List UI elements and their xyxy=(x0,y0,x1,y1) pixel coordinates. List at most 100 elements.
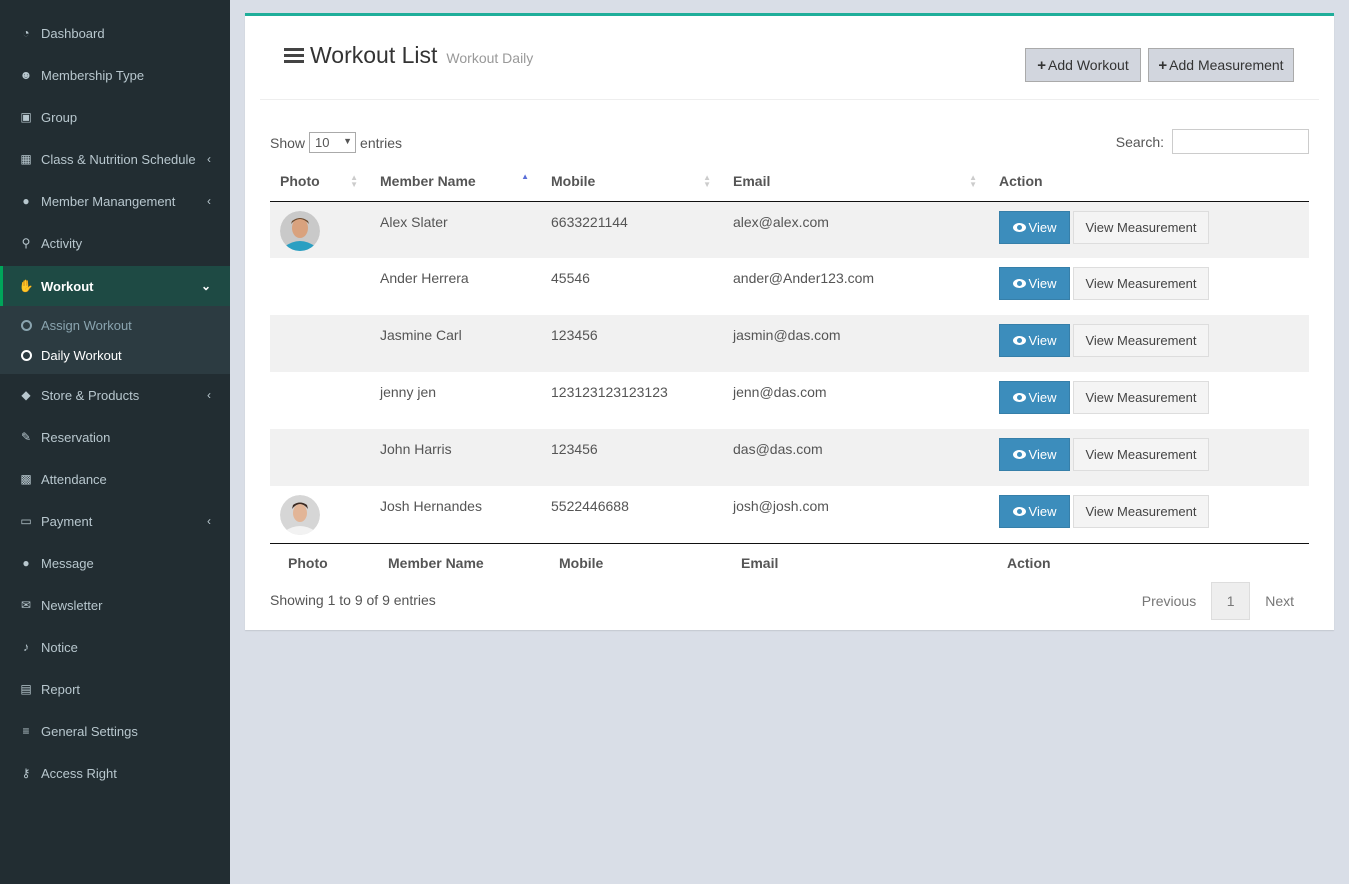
submenu-daily-workout[interactable]: Daily Workout xyxy=(0,340,230,370)
sidebar-item-label: Membership Type xyxy=(41,67,145,83)
bell-icon: ♪ xyxy=(23,640,29,654)
sidebar-item-notice[interactable]: ♪ Notice xyxy=(0,626,230,668)
footer-action: Action xyxy=(989,542,1309,583)
view-measurement-button[interactable]: View Measurement xyxy=(1073,210,1209,244)
view-button[interactable]: View xyxy=(999,495,1070,528)
sidebar-item-access-right[interactable]: ⚷ Access Right xyxy=(0,752,230,794)
table-row: Alex Slater 6633221144 alex@alex.com Vie… xyxy=(270,201,1309,258)
caret-down-icon: ▼ xyxy=(343,136,353,146)
search-filter: Search: xyxy=(1116,129,1309,154)
workout-table: Photo ▲ ▼ Member Name ▲ Mobile ▲ ▼ Email ▲ ▼ Ac… xyxy=(270,162,1309,583)
footer-mobile: Mobile xyxy=(541,542,723,583)
member-name-cell: Alex Slater xyxy=(380,213,448,230)
sidebar-item-store-products[interactable]: ◆ Store & Products ‹ xyxy=(0,374,230,416)
next-button[interactable]: Next xyxy=(1250,593,1309,609)
footer-email: Email xyxy=(723,542,989,583)
view-measurement-button[interactable]: View Measurement xyxy=(1073,381,1209,414)
pagination: Previous 1 Next xyxy=(1127,582,1309,620)
view-measurement-button[interactable]: View Measurement xyxy=(1073,324,1209,357)
circle-icon xyxy=(21,319,32,331)
sidebar-item-label: Newsletter xyxy=(41,597,103,613)
qrcode-icon: ▩ xyxy=(20,472,32,486)
entries-length: Show 10 ▼ entries xyxy=(270,132,402,153)
sidebar-item-label: Access Right xyxy=(41,765,117,781)
view-measurement-button[interactable]: View Measurement xyxy=(1073,267,1209,300)
eye-icon xyxy=(1012,450,1026,459)
add-workout-button[interactable]: + Add Workout xyxy=(1025,48,1141,82)
sidebar-item-label: Attendance xyxy=(41,471,107,487)
circle-icon xyxy=(21,349,32,361)
view-measurement-button[interactable]: View Measurement xyxy=(1073,438,1209,471)
footer-member-name: Member Name xyxy=(370,542,541,583)
group-icon: ▣ xyxy=(20,110,32,124)
member-name-cell: jenny jen xyxy=(380,384,437,400)
table-row: jenny jen 123123123123123 jenn@das.com V… xyxy=(270,372,1309,429)
sidebar-item-class-schedule[interactable]: ▦ Class & Nutrition Schedule ‹ xyxy=(0,138,230,180)
sidebar-item-label: Class & Nutrition Schedule xyxy=(41,151,196,167)
table-row: Josh Hernandes 5522446688 josh@josh.com … xyxy=(270,486,1309,543)
key-icon: ⚷ xyxy=(21,766,31,780)
sidebar-item-payment[interactable]: ▭ Payment ‹ xyxy=(0,500,230,542)
sidebar-item-report[interactable]: ▤ Report xyxy=(0,668,230,710)
view-button[interactable]: View xyxy=(999,381,1070,414)
add-measurement-label: Add Measurement xyxy=(1169,57,1284,73)
view-button[interactable]: View xyxy=(999,267,1070,300)
sidebar-item-label: Group xyxy=(41,109,78,125)
table-row: Ander Herrera 45546 ander@Ander123.com V… xyxy=(270,258,1309,315)
header-label: Mobile xyxy=(551,173,596,190)
view-button[interactable]: View xyxy=(999,210,1070,244)
view-label: View xyxy=(1028,390,1057,405)
submenu-assign-workout[interactable]: Assign Workout xyxy=(0,310,230,340)
photo-cell xyxy=(270,315,370,372)
sidebar-item-message[interactable]: ● Message xyxy=(0,542,230,584)
chevron-left-icon: ‹ xyxy=(207,514,211,528)
column-header-email[interactable]: Email ▲ ▼ xyxy=(723,162,989,202)
sort-asc-icon: ▲ xyxy=(521,172,529,181)
eye-icon xyxy=(1012,222,1026,232)
previous-button[interactable]: Previous xyxy=(1127,593,1211,609)
sidebar-item-dashboard[interactable]: ◔ Dashboard xyxy=(0,12,230,54)
sidebar-item-general-settings[interactable]: ≡ General Settings xyxy=(0,710,230,752)
money-icon: ▭ xyxy=(20,514,32,528)
email-cell: das@das.com xyxy=(733,441,823,457)
sidebar-item-membership-type[interactable]: ☻ Membership Type xyxy=(0,54,230,96)
column-header-photo[interactable]: Photo ▲ ▼ xyxy=(270,162,370,202)
column-header-member-name[interactable]: Member Name ▲ xyxy=(370,162,541,202)
submenu-label: Daily Workout xyxy=(41,347,122,363)
column-header-mobile[interactable]: Mobile ▲ ▼ xyxy=(541,162,723,202)
member-name-cell: Ander Herrera xyxy=(380,270,469,286)
sidebar-item-reservation[interactable]: ✎ Reservation xyxy=(0,416,230,458)
view-button[interactable]: View xyxy=(999,324,1070,357)
action-cell: View View Measurement xyxy=(989,429,1309,486)
mobile-cell: 45546 xyxy=(551,270,590,286)
view-label: View xyxy=(1028,504,1057,519)
eye-icon xyxy=(1012,507,1026,516)
bicycle-icon: ⚲ xyxy=(21,236,31,250)
search-input[interactable] xyxy=(1172,129,1309,154)
sidebar-item-newsletter[interactable]: ✉ Newsletter xyxy=(0,584,230,626)
view-measurement-button[interactable]: View Measurement xyxy=(1073,495,1209,528)
mobile-cell: 123456 xyxy=(551,441,598,457)
photo-cell xyxy=(270,258,370,315)
sidebar-item-label: Store & Products xyxy=(41,387,140,403)
sidebar-item-label: Report xyxy=(41,681,81,697)
page-1-button[interactable]: 1 xyxy=(1211,582,1251,620)
avatar xyxy=(280,495,320,535)
footer-photo: Photo xyxy=(270,542,370,583)
workout-submenu: Assign Workout Daily Workout xyxy=(0,306,230,374)
action-cell: View View Measurement xyxy=(989,315,1309,372)
add-measurement-button[interactable]: + Add Measurement xyxy=(1148,48,1294,82)
sidebar-item-attendance[interactable]: ▩ Attendance xyxy=(0,458,230,500)
entries-select[interactable]: 10 ▼ xyxy=(309,132,357,153)
sidebar-item-workout[interactable]: ✋ Workout ⌄ xyxy=(0,266,230,306)
sidebar-item-member-management[interactable]: ● Member Manangement ‹ xyxy=(0,180,230,222)
view-button[interactable]: View xyxy=(999,438,1070,471)
view-label: View xyxy=(1028,219,1057,235)
sort-icon: ▲ ▼ xyxy=(969,173,977,189)
sidebar-item-activity[interactable]: ⚲ Activity xyxy=(0,222,230,264)
header-label: Member Name xyxy=(380,173,476,190)
page-title: Workout List xyxy=(310,42,438,68)
sidebar-item-group[interactable]: ▣ Group xyxy=(0,96,230,138)
view-label: View xyxy=(1028,276,1057,291)
email-cell: jasmin@das.com xyxy=(733,327,841,343)
